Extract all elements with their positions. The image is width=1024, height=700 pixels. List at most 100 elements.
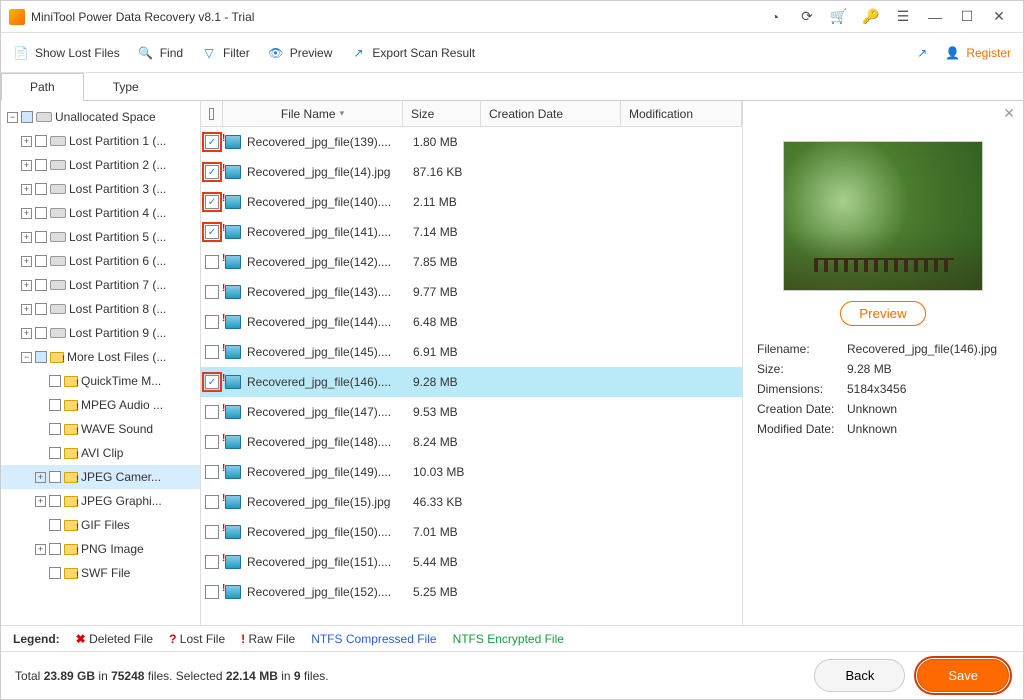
file-row[interactable]: Recovered_jpg_file(142)....7.85 MB bbox=[201, 247, 742, 277]
refresh-icon[interactable]: ⟳ bbox=[795, 5, 819, 29]
file-checkbox[interactable] bbox=[205, 435, 219, 449]
user-icon: 👤 bbox=[945, 46, 960, 60]
file-row[interactable]: ✓Recovered_jpg_file(14).jpg87.16 KB bbox=[201, 157, 742, 187]
file-row[interactable]: Recovered_jpg_file(150)....7.01 MB bbox=[201, 517, 742, 547]
file-checkbox[interactable] bbox=[205, 345, 219, 359]
export-icon: ↗ bbox=[350, 45, 366, 61]
file-row[interactable]: Recovered_jpg_file(149)....10.03 MB bbox=[201, 457, 742, 487]
tree-partition[interactable]: +Lost Partition 4 (... bbox=[1, 201, 200, 225]
file-row[interactable]: Recovered_jpg_file(145)....6.91 MB bbox=[201, 337, 742, 367]
file-checkbox[interactable] bbox=[205, 405, 219, 419]
tree-partition[interactable]: +Lost Partition 1 (... bbox=[1, 129, 200, 153]
file-row[interactable]: ✓Recovered_jpg_file(140)....2.11 MB bbox=[201, 187, 742, 217]
file-checkbox[interactable]: ✓ bbox=[205, 375, 219, 389]
file-checkbox[interactable] bbox=[205, 315, 219, 329]
file-checkbox[interactable] bbox=[205, 495, 219, 509]
file-size: 7.85 MB bbox=[413, 255, 491, 269]
header-filename[interactable]: File Name▾ bbox=[223, 101, 403, 126]
header-creation-date[interactable]: Creation Date bbox=[481, 101, 621, 126]
preview-close-icon[interactable]: ✕ bbox=[1003, 105, 1015, 122]
file-checkbox[interactable]: ✓ bbox=[205, 225, 219, 239]
file-row[interactable]: Recovered_jpg_file(147)....9.53 MB bbox=[201, 397, 742, 427]
file-row[interactable]: Recovered_jpg_file(144)....6.48 MB bbox=[201, 307, 742, 337]
file-row[interactable]: ✓ Recovered_jpg_file(141).... 7.14 MB bbox=[201, 217, 742, 247]
preview-open-button[interactable]: Preview bbox=[840, 301, 925, 326]
tab-path[interactable]: Path bbox=[1, 73, 84, 101]
share-icon[interactable]: ↗ bbox=[917, 46, 927, 60]
file-checkbox[interactable]: ✓ bbox=[205, 165, 219, 179]
file-row[interactable]: Recovered_jpg_file(143)....9.77 MB bbox=[201, 277, 742, 307]
file-name: Recovered_jpg_file(151).... bbox=[247, 555, 407, 569]
save-button[interactable]: Save bbox=[917, 659, 1009, 692]
close-icon[interactable]: ✕ bbox=[987, 5, 1011, 29]
file-size: 1.80 MB bbox=[413, 135, 491, 149]
header-size[interactable]: Size bbox=[403, 101, 481, 126]
meta-cdate: Unknown bbox=[847, 402, 1009, 416]
file-checkbox[interactable]: ✓ bbox=[205, 135, 219, 149]
tree-partition[interactable]: +Lost Partition 5 (... bbox=[1, 225, 200, 249]
tree-subfolder[interactable]: SWF File bbox=[1, 561, 200, 585]
gauge-icon[interactable]: ◔ bbox=[763, 5, 787, 29]
image-file-icon bbox=[225, 135, 241, 149]
tab-type[interactable]: Type bbox=[84, 73, 168, 100]
file-checkbox[interactable] bbox=[205, 465, 219, 479]
preview-panel: ✕ Preview Filename:Recovered_jpg_file(14… bbox=[743, 101, 1023, 625]
file-row[interactable]: Recovered_jpg_file(152)....5.25 MB bbox=[201, 577, 742, 607]
image-file-icon bbox=[225, 405, 241, 419]
tree-subfolder[interactable]: WAVE Sound bbox=[1, 417, 200, 441]
file-checkbox[interactable]: ✓ bbox=[205, 195, 219, 209]
file-size: 7.14 MB bbox=[413, 225, 491, 239]
file-checkbox[interactable] bbox=[205, 555, 219, 569]
tree-subfolder[interactable]: +PNG Image bbox=[1, 537, 200, 561]
file-name: Recovered_jpg_file(144).... bbox=[247, 315, 407, 329]
eye-icon: 👁 bbox=[268, 45, 284, 61]
tree-subfolder[interactable]: QuickTime M... bbox=[1, 369, 200, 393]
cart-icon[interactable]: 🛒 bbox=[827, 5, 851, 29]
tree-subfolder[interactable]: +JPEG Graphi... bbox=[1, 489, 200, 513]
file-name: Recovered_jpg_file(141).... bbox=[247, 225, 407, 239]
tree-root[interactable]: −Unallocated Space bbox=[1, 105, 200, 129]
menu-icon[interactable]: ☰ bbox=[891, 5, 915, 29]
file-checkbox[interactable] bbox=[205, 585, 219, 599]
file-name: Recovered_jpg_file(140).... bbox=[247, 195, 407, 209]
find-button[interactable]: 🔍Find bbox=[138, 45, 183, 61]
file-row[interactable]: Recovered_jpg_file(15).jpg46.33 KB bbox=[201, 487, 742, 517]
folder-tree[interactable]: −Unallocated Space +Lost Partition 1 (..… bbox=[1, 101, 201, 625]
file-checkbox[interactable] bbox=[205, 525, 219, 539]
tree-subfolder[interactable]: GIF Files bbox=[1, 513, 200, 537]
tree-partition[interactable]: +Lost Partition 6 (... bbox=[1, 249, 200, 273]
minimize-icon[interactable]: — bbox=[923, 5, 947, 29]
file-checkbox[interactable] bbox=[205, 285, 219, 299]
legend-bar: Legend: ✖ Deleted File ? Lost File ! Raw… bbox=[1, 625, 1023, 651]
file-row[interactable]: Recovered_jpg_file(148)....8.24 MB bbox=[201, 427, 742, 457]
file-size: 87.16 KB bbox=[413, 165, 491, 179]
file-name: Recovered_jpg_file(147).... bbox=[247, 405, 407, 419]
tree-subfolder[interactable]: +JPEG Camer... bbox=[1, 465, 200, 489]
export-button[interactable]: ↗Export Scan Result bbox=[350, 45, 475, 61]
tree-partition[interactable]: +Lost Partition 8 (... bbox=[1, 297, 200, 321]
header-modification[interactable]: Modification bbox=[621, 101, 742, 126]
tree-partition[interactable]: +Lost Partition 2 (... bbox=[1, 153, 200, 177]
tree-partition[interactable]: +Lost Partition 9 (... bbox=[1, 321, 200, 345]
back-button[interactable]: Back bbox=[814, 659, 905, 692]
tree-subfolder[interactable]: AVI Clip bbox=[1, 441, 200, 465]
tree-partition[interactable]: +Lost Partition 3 (... bbox=[1, 177, 200, 201]
show-lost-files-button[interactable]: 📄Show Lost Files bbox=[13, 45, 120, 61]
file-size: 46.33 KB bbox=[413, 495, 491, 509]
filter-button[interactable]: ▽Filter bbox=[201, 45, 250, 61]
preview-button[interactable]: 👁Preview bbox=[268, 45, 333, 61]
file-checkbox[interactable] bbox=[205, 255, 219, 269]
tree-partition[interactable]: +Lost Partition 7 (... bbox=[1, 273, 200, 297]
tree-more-lost[interactable]: −More Lost Files (... bbox=[1, 345, 200, 369]
header-checkbox[interactable] bbox=[201, 101, 223, 126]
maximize-icon[interactable]: ☐ bbox=[955, 5, 979, 29]
image-file-icon bbox=[225, 585, 241, 599]
tree-subfolder[interactable]: MPEG Audio ... bbox=[1, 393, 200, 417]
file-row[interactable]: ✓Recovered_jpg_file(146)....9.28 MB bbox=[201, 367, 742, 397]
file-row[interactable]: ✓Recovered_jpg_file(139)....1.80 MB bbox=[201, 127, 742, 157]
key-icon[interactable]: 🔑 bbox=[859, 5, 883, 29]
image-file-icon bbox=[225, 375, 241, 389]
file-list-body[interactable]: ✓Recovered_jpg_file(139)....1.80 MB✓Reco… bbox=[201, 127, 742, 625]
register-button[interactable]: 👤Register bbox=[945, 46, 1011, 60]
file-row[interactable]: Recovered_jpg_file(151)....5.44 MB bbox=[201, 547, 742, 577]
